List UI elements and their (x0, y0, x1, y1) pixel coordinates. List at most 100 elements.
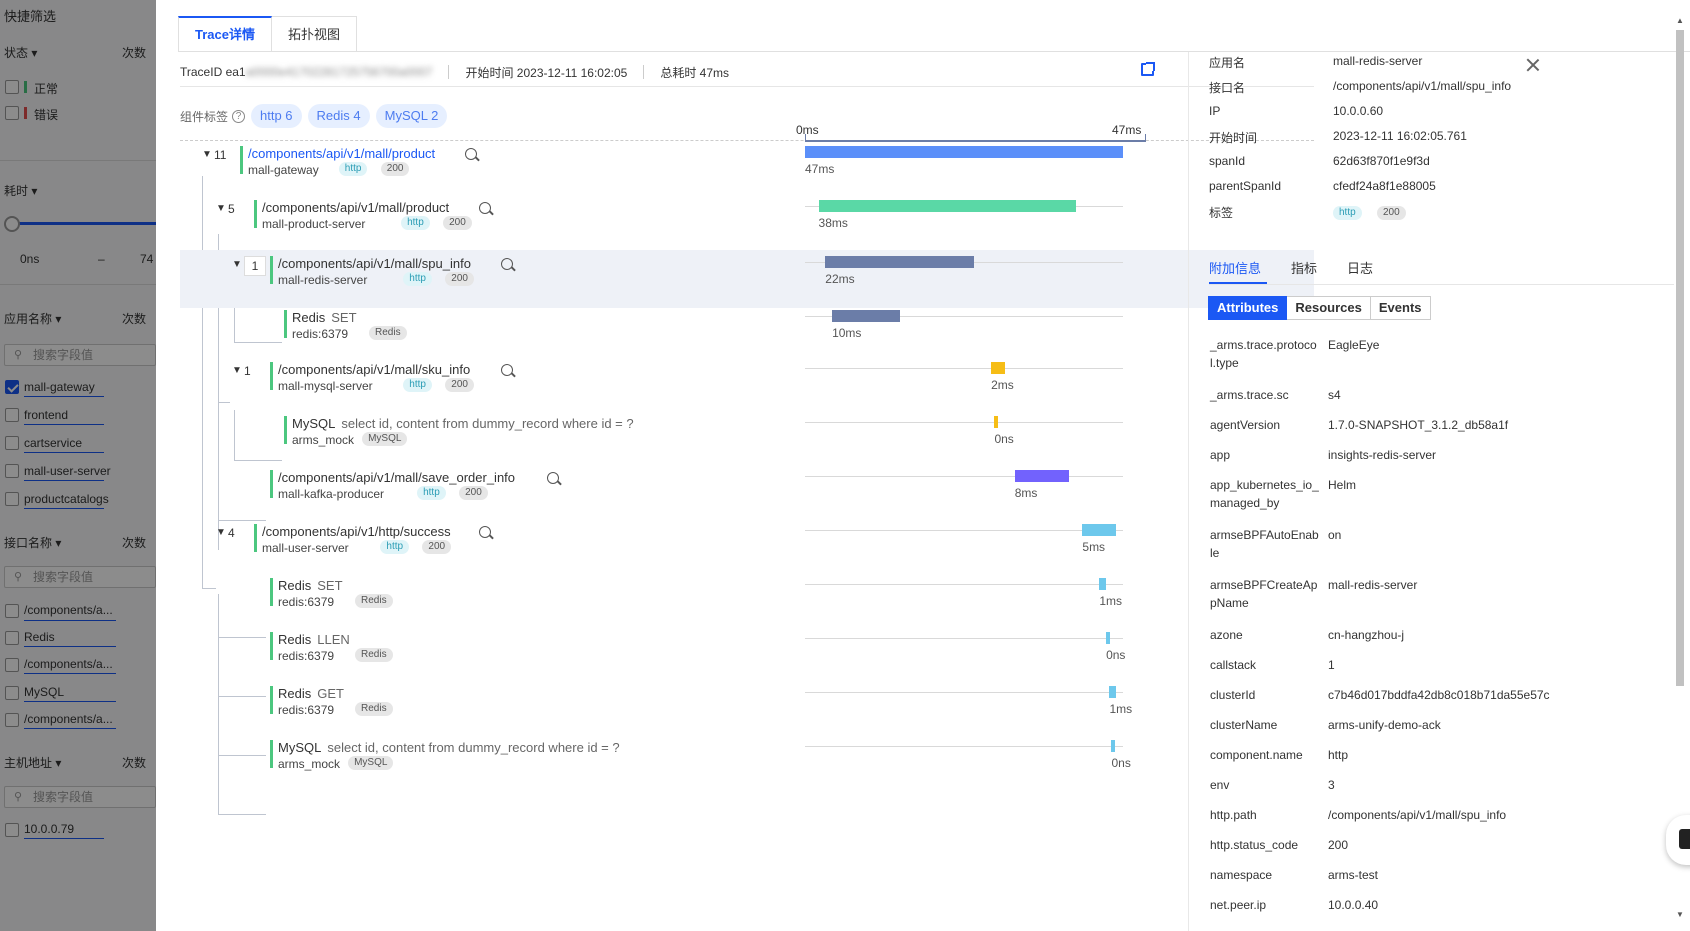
detail-value: 2023-12-11 16:02:05.761 (1333, 129, 1467, 143)
open-external-icon[interactable] (1141, 62, 1155, 76)
scroll-down-arrow[interactable]: ▼ (1676, 910, 1684, 919)
span-name[interactable]: Redis GET (278, 686, 344, 701)
span-duration-bar[interactable] (991, 362, 1005, 374)
detail-key: IP (1209, 104, 1221, 118)
expand-caret-icon[interactable]: ▼ (232, 365, 242, 376)
span-badge: http (401, 216, 430, 230)
segment-attributes[interactable]: Attributes (1208, 296, 1288, 320)
attribute-key: app_kubernetes_io_managed_by (1210, 478, 1319, 510)
detail-value: 10.0.0.60 (1333, 104, 1384, 118)
item-underline (24, 452, 104, 453)
search-icon: ⚲ (14, 349, 23, 361)
span-name[interactable]: /components/api/v1/mall/sku_info (278, 362, 470, 377)
item-underline (24, 701, 116, 702)
span-name[interactable]: Redis SET (278, 578, 343, 593)
detail-key: 接口名 (1209, 81, 1246, 95)
scroll-thumb[interactable] (1676, 30, 1684, 686)
span-name[interactable]: /components/api/v1/http/success (262, 524, 451, 539)
host-filter-head[interactable]: 主机地址 ▾ (4, 754, 61, 771)
span-badge: http (380, 540, 410, 554)
span-duration-bar[interactable] (1111, 740, 1116, 752)
expand-caret-icon[interactable]: ▼ (216, 527, 226, 538)
span-duration-bar[interactable] (825, 256, 975, 268)
interface-item-checkbox[interactable] (5, 631, 19, 645)
tab-topology[interactable]: 拓扑视图 (271, 16, 357, 52)
interface-item-checkbox[interactable] (5, 604, 19, 618)
tab-metrics[interactable]: 指标 (1291, 258, 1317, 277)
close-icon[interactable] (1526, 58, 1540, 72)
interface-item-checkbox[interactable] (5, 713, 19, 727)
span-name[interactable]: /components/api/v1/mall/product (262, 200, 449, 215)
zoom-in-icon[interactable] (501, 258, 514, 270)
span-duration-bar[interactable] (1014, 470, 1069, 482)
span-name[interactable]: MySQL select id, content from dummy_recor… (292, 416, 634, 431)
tab-trace-detail[interactable]: Trace详情 (178, 16, 272, 52)
item-underline (24, 728, 116, 729)
span-duration-bar[interactable] (1109, 686, 1117, 698)
interface-search-input[interactable]: ⚲ 搜索字段值 (4, 566, 156, 588)
app-item-checkbox[interactable] (5, 436, 19, 450)
span-duration-label: 22ms (825, 272, 855, 286)
span-name[interactable]: MySQL select id, content from dummy_recor… (278, 740, 620, 755)
app-item-checkbox[interactable] (5, 492, 19, 506)
tag-mysql[interactable]: MySQL 2 (375, 104, 448, 128)
span-duration-bar[interactable] (818, 200, 1076, 212)
span-name[interactable]: /components/api/v1/mall/save_order_info (278, 470, 515, 485)
span-duration-bar[interactable] (1106, 632, 1111, 644)
expand-caret-icon[interactable]: ▼ (232, 259, 242, 270)
span-duration-bar[interactable] (1099, 578, 1107, 590)
host-item-checkbox[interactable] (5, 823, 19, 837)
app-filter-head[interactable]: 应用名称 ▾ (4, 310, 61, 327)
tag-http[interactable]: http 6 (251, 104, 302, 128)
interface-item-checkbox[interactable] (5, 686, 19, 700)
interface-item-checkbox[interactable] (5, 658, 19, 672)
span-name[interactable]: Redis LLEN (278, 632, 350, 647)
quick-filter-panel: 快捷筛选 状态 ▾ 次数 正常 错误 耗时 ▾ 0ns – 74 应用名称 ▾ … (0, 0, 156, 931)
count-head: 次数 (122, 312, 147, 326)
duration-dash: – (98, 252, 105, 266)
scroll-up-arrow[interactable]: ▲ (1676, 16, 1684, 25)
duration-filter-head[interactable]: 耗时 ▾ (4, 182, 37, 199)
expand-caret-icon[interactable]: ▼ (202, 149, 212, 160)
attribute-value: insights-redis-server (1328, 448, 1437, 462)
span-duration-bar[interactable] (805, 146, 1123, 158)
segment-resources[interactable]: Resources (1287, 296, 1371, 320)
span-duration-bar[interactable] (1082, 524, 1117, 536)
tag-redis[interactable]: Redis 4 (307, 104, 370, 128)
floating-assistant-button[interactable] (1666, 815, 1690, 865)
zoom-in-icon[interactable] (501, 364, 514, 376)
duration-slider-track[interactable] (14, 222, 156, 225)
duration-slider-thumb[interactable] (4, 216, 20, 232)
app-item-checkbox[interactable] (5, 380, 19, 394)
status-error-checkbox[interactable] (5, 106, 19, 120)
span-status-indicator (270, 686, 273, 714)
span-status-indicator (270, 470, 273, 498)
zoom-in-icon[interactable] (478, 526, 491, 538)
app-search-input[interactable]: ⚲ 搜索字段值 (4, 344, 156, 366)
span-status-indicator (270, 578, 273, 606)
host-search-input[interactable]: ⚲ 搜索字段值 (4, 786, 156, 808)
child-span-count: 5 (228, 202, 235, 216)
span-name[interactable]: /components/api/v1/mall/product (248, 146, 435, 161)
detail-scrollbar[interactable]: ▲ ▼ (1675, 16, 1685, 922)
span-duration-bar[interactable] (994, 416, 999, 428)
zoom-in-icon[interactable] (478, 202, 491, 214)
span-name[interactable]: /components/api/v1/mall/spu_info (278, 256, 471, 271)
app-item-checkbox[interactable] (5, 408, 19, 422)
segment-events[interactable]: Events (1370, 296, 1431, 320)
zoom-in-icon[interactable] (464, 148, 477, 160)
span-operation: SET (317, 578, 343, 593)
status-filter-head[interactable]: 状态 ▾ (4, 44, 37, 61)
span-name[interactable]: Redis SET (292, 310, 357, 325)
tab-logs[interactable]: 日志 (1347, 258, 1373, 277)
help-icon[interactable]: ? (232, 109, 246, 123)
attribute-value: c7b46d017bddfa42db8c018b71da55e57c (1328, 688, 1550, 702)
span-duration-label: 0ns (1106, 648, 1126, 662)
tab-extra-info[interactable]: 附加信息 (1209, 258, 1261, 277)
interface-filter-head[interactable]: 接口名称 ▾ (4, 534, 61, 551)
app-item-checkbox[interactable] (5, 464, 19, 478)
span-duration-bar[interactable] (832, 310, 900, 322)
expand-caret-icon[interactable]: ▼ (216, 203, 226, 214)
status-normal-checkbox[interactable] (5, 80, 19, 94)
zoom-in-icon[interactable] (547, 472, 560, 484)
